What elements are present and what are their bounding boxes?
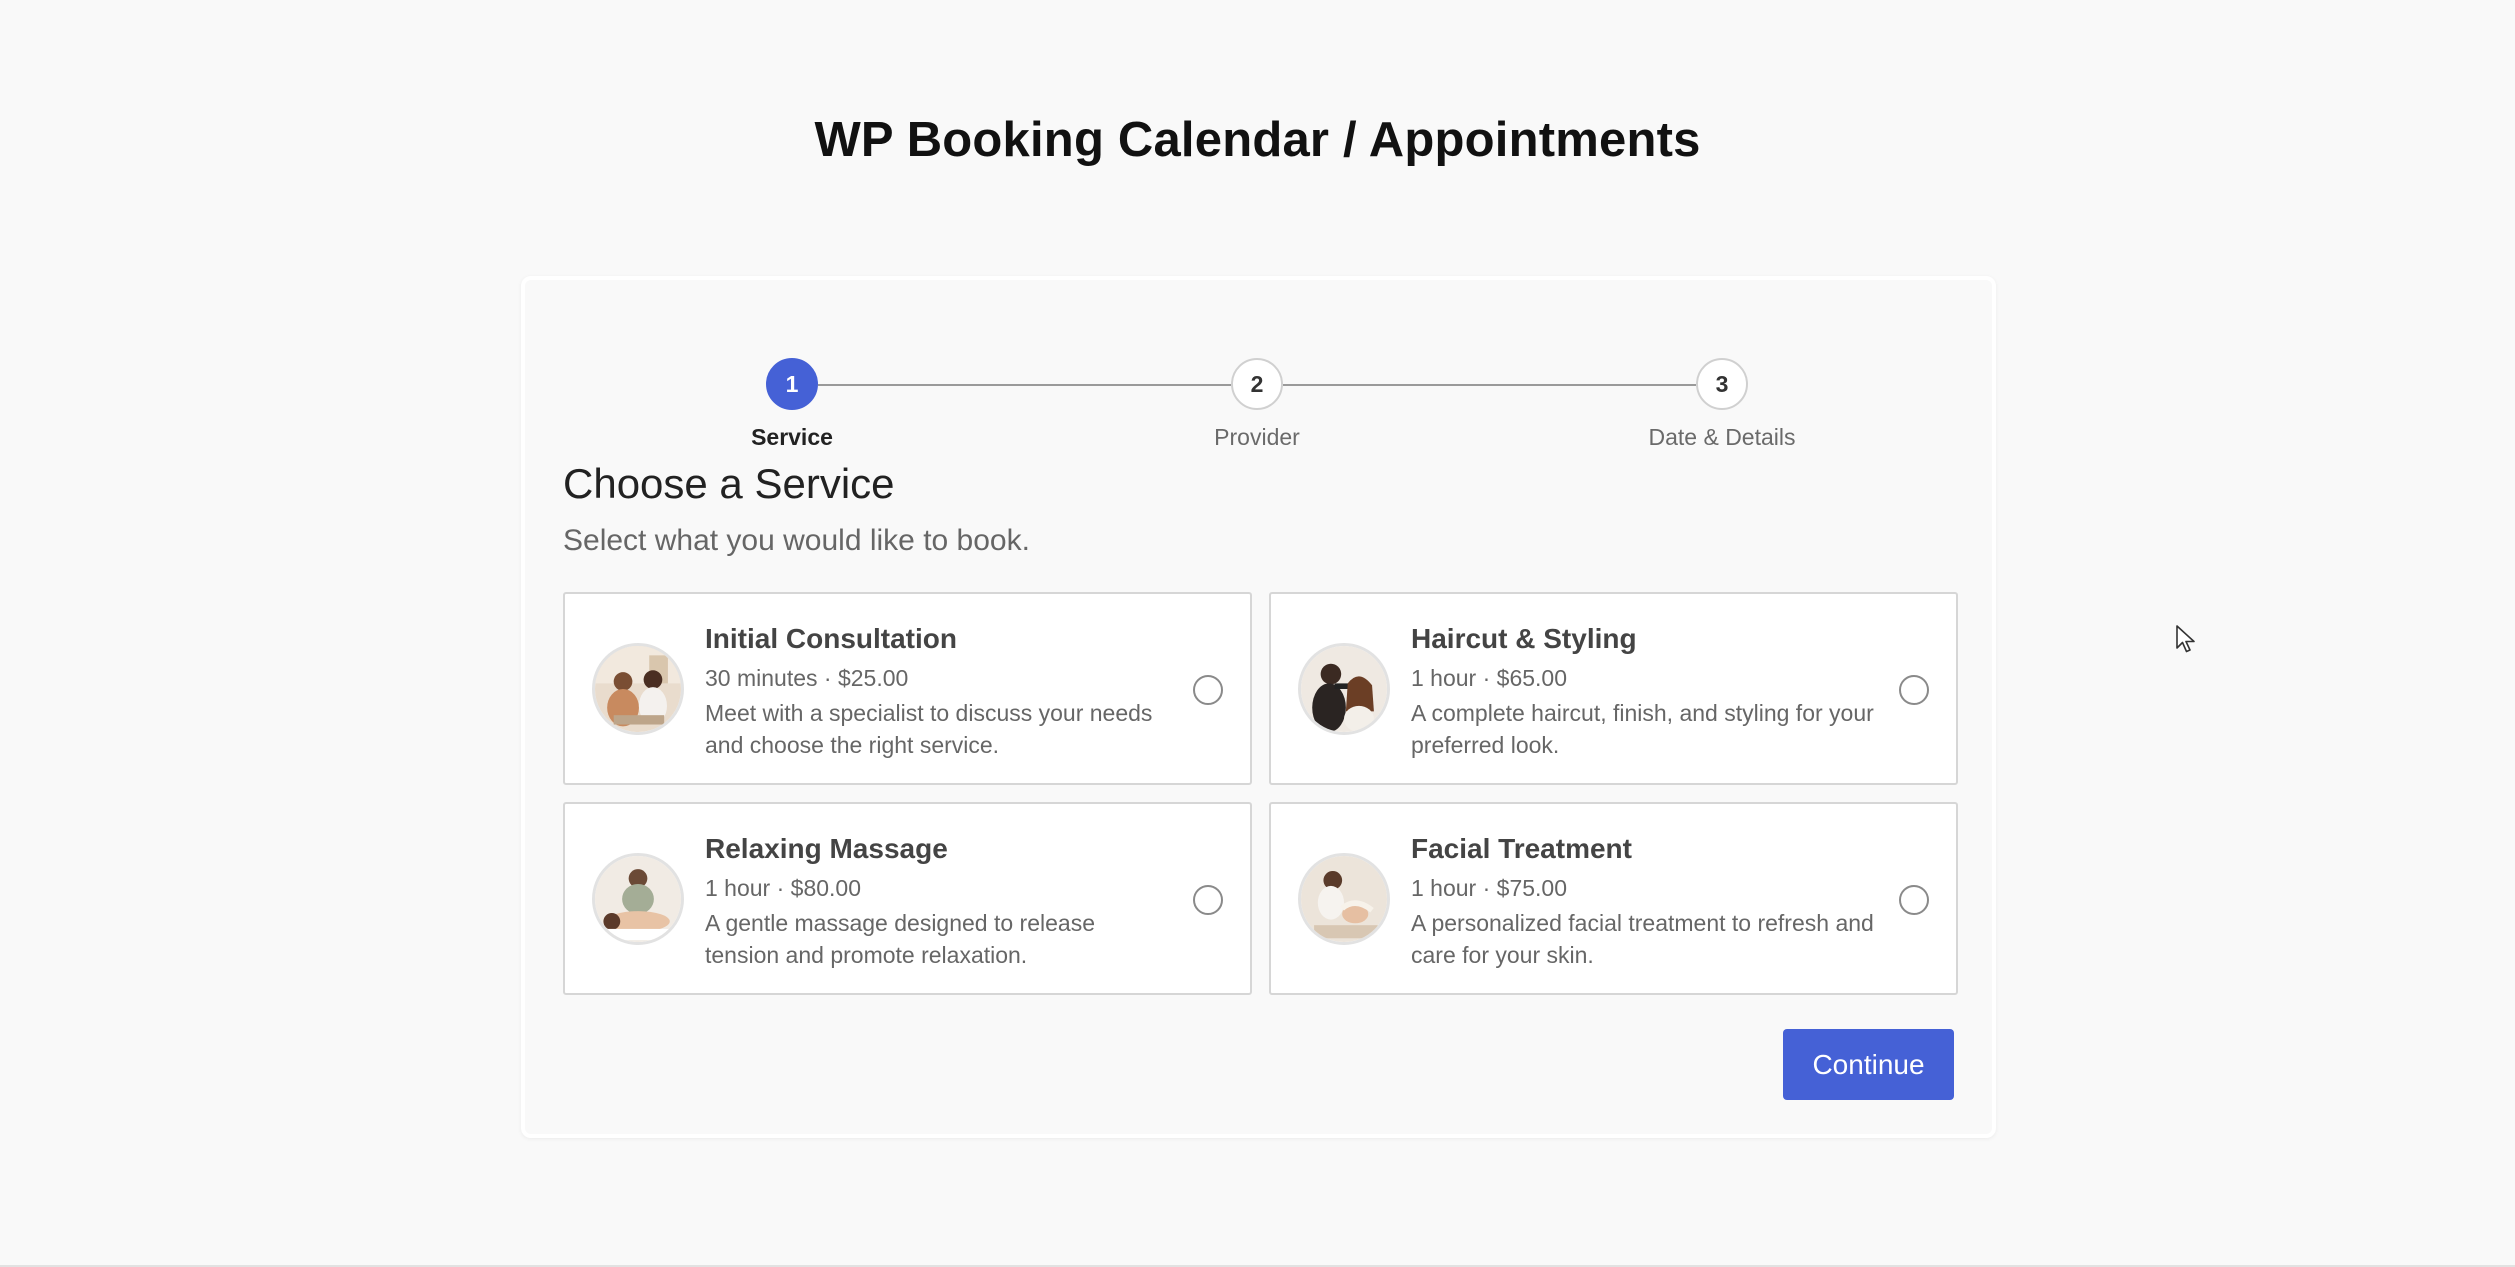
service-name: Initial Consultation: [705, 623, 957, 654]
service-option-relaxing-massage[interactable]: Relaxing Massage 1 hour · $80.00 A gentl…: [563, 802, 1252, 995]
service-description: Meet with a specialist to discuss your n…: [705, 700, 1153, 758]
step-label: Date & Details: [1648, 424, 1796, 450]
step-service[interactable]: 1 Service: [662, 358, 922, 451]
continue-button[interactable]: Continue: [1783, 1029, 1954, 1100]
massage-photo-icon: [592, 853, 684, 945]
consultation-photo-icon: [592, 643, 684, 735]
step-provider[interactable]: 2 Provider: [1127, 358, 1387, 451]
service-option-initial-consultation[interactable]: Initial Consultation 30 minutes · $25.00…: [563, 592, 1252, 785]
booking-card: 1 Service 2 Provider 3 Date & Details Ch…: [521, 276, 1996, 1138]
step-number: 1: [766, 358, 818, 410]
service-duration-price: 1 hour · $65.00: [1411, 665, 1568, 691]
step-number: 3: [1696, 358, 1748, 410]
service-description: A gentle massage designed to release ten…: [705, 910, 1095, 968]
service-list: Initial Consultation 30 minutes · $25.00…: [563, 592, 1958, 995]
service-duration-price: 1 hour · $75.00: [1411, 875, 1568, 901]
booking-stepper: 1 Service 2 Provider 3 Date & Details: [525, 318, 1992, 450]
step-label: Provider: [1214, 424, 1300, 450]
service-radio[interactable]: [1193, 675, 1223, 705]
page-title: WP Booking Calendar / Appointments: [814, 113, 1701, 167]
service-name: Facial Treatment: [1411, 833, 1632, 864]
service-option-facial-treatment[interactable]: Facial Treatment 1 hour · $75.00 A perso…: [1269, 802, 1958, 995]
service-name: Relaxing Massage: [705, 833, 948, 864]
facial-photo-icon: [1298, 853, 1390, 945]
service-radio[interactable]: [1193, 885, 1223, 915]
service-radio[interactable]: [1899, 675, 1929, 705]
service-description: A complete haircut, finish, and styling …: [1411, 700, 1874, 758]
step-date-details[interactable]: 3 Date & Details: [1592, 358, 1852, 451]
haircut-photo-icon: [1298, 643, 1390, 735]
service-duration-price: 30 minutes · $25.00: [705, 665, 909, 691]
section-subtitle: Select what you would like to book.: [563, 524, 1030, 557]
service-description: A personalized facial treatment to refre…: [1411, 910, 1874, 968]
service-option-haircut-styling[interactable]: Haircut & Styling 1 hour · $65.00 A comp…: [1269, 592, 1958, 785]
step-number: 2: [1231, 358, 1283, 410]
service-duration-price: 1 hour · $80.00: [705, 875, 862, 901]
service-name: Haircut & Styling: [1411, 623, 1637, 654]
section-title: Choose a Service: [563, 460, 895, 507]
mouse-cursor-icon: [2175, 624, 2197, 654]
service-radio[interactable]: [1899, 885, 1929, 915]
step-label: Service: [751, 424, 833, 450]
